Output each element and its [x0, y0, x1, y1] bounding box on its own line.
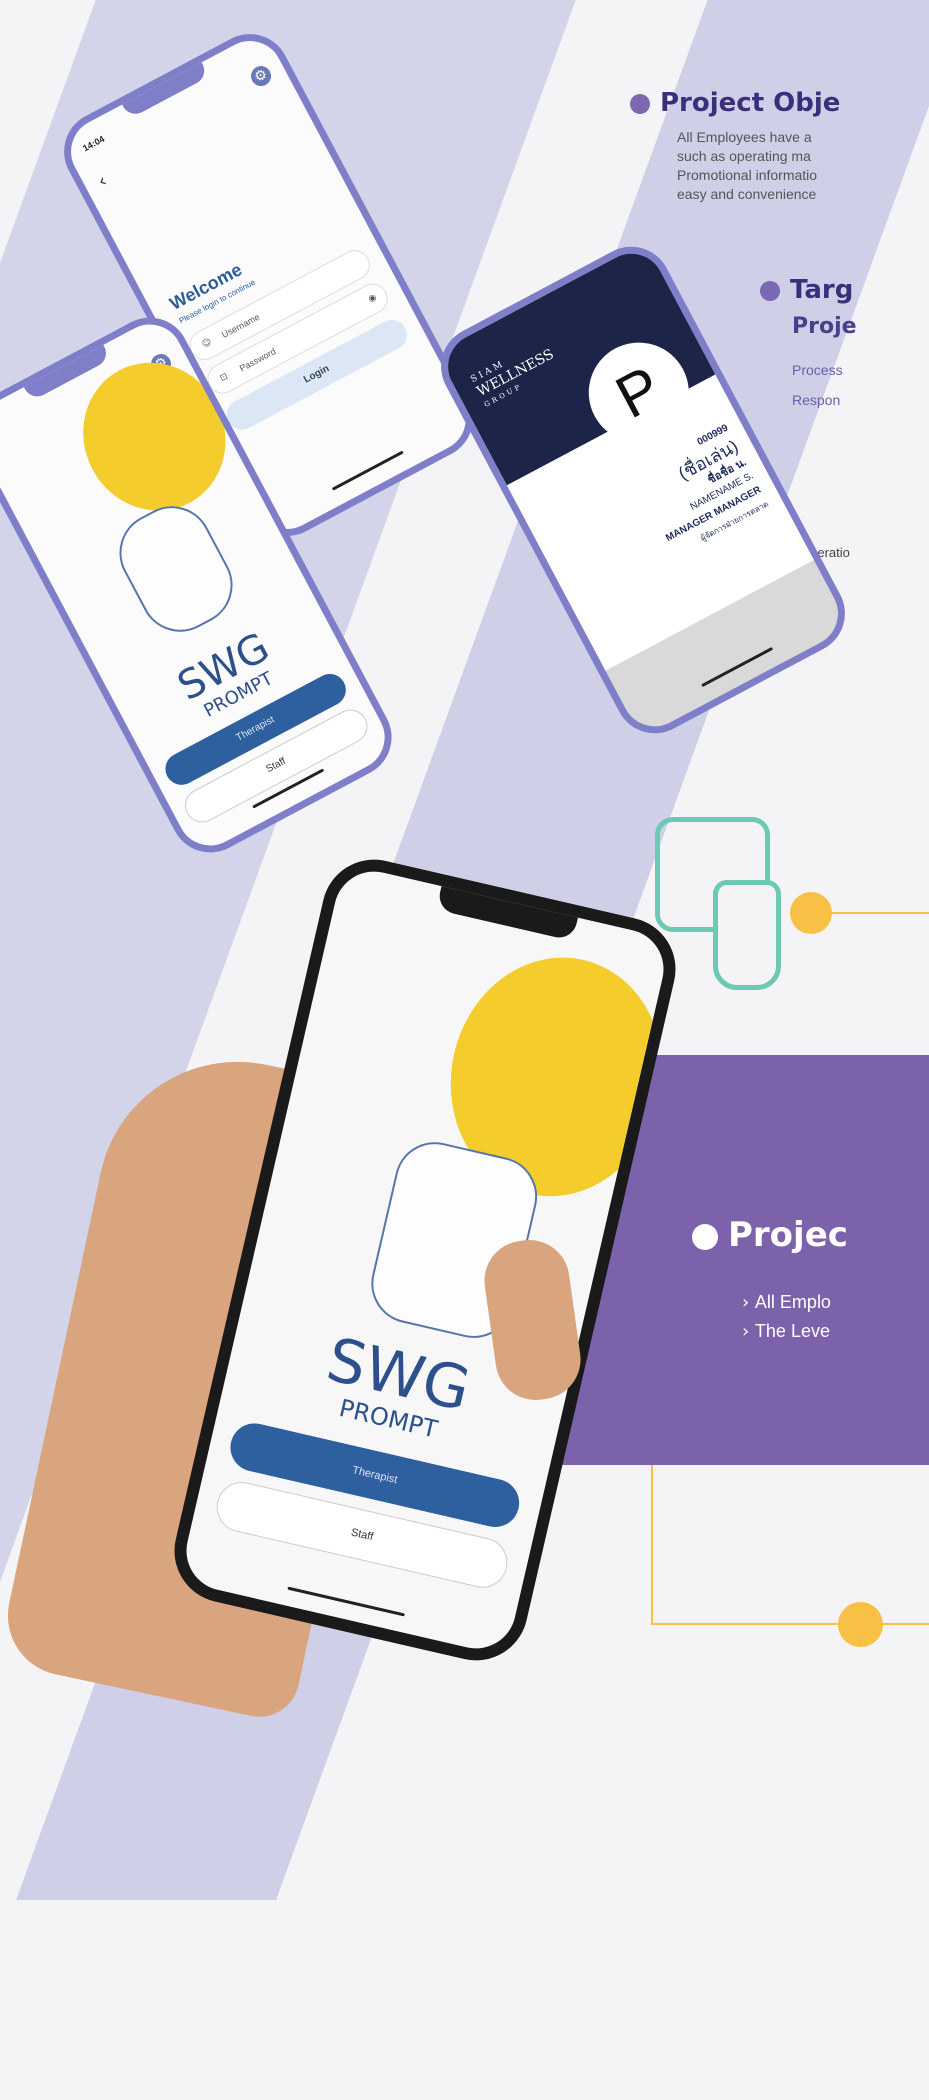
settings-gear-icon[interactable]: ⚙ — [247, 62, 275, 90]
objective-text: All Employees have a such as operating m… — [677, 129, 818, 202]
home-indicator — [331, 450, 404, 491]
target-heading: Targ — [760, 275, 853, 305]
home-indicator — [701, 646, 774, 688]
project-list-item: › The Leve — [742, 1321, 830, 1342]
bracket-dot — [838, 1602, 883, 1647]
lock-icon: ⊡ — [218, 371, 230, 384]
user-icon: ☺ — [200, 337, 214, 351]
phone-in-hand: ⚙ SWG PROMPT Therapist Staff — [164, 849, 686, 1671]
fist-illustration — [105, 492, 247, 646]
objective-heading: Project Obje — [630, 88, 840, 118]
home-indicator — [287, 1586, 405, 1617]
eye-icon[interactable]: ◉ — [363, 284, 383, 312]
bottom-bracket — [651, 1465, 929, 1625]
bullet-dot — [760, 280, 780, 301]
status-time: 14:04 — [81, 133, 107, 154]
connector-line — [830, 912, 929, 914]
bullet-dot — [692, 1223, 718, 1250]
back-arrow-icon[interactable]: ‹ — [94, 170, 110, 192]
tap-finger-icon — [713, 880, 781, 990]
target-text: Process Respon — [792, 362, 843, 408]
connector-dot — [790, 892, 832, 934]
project-list-item: › All Emplo — [742, 1292, 831, 1313]
bullet-dot — [630, 93, 650, 114]
project-heading: Projec — [692, 1215, 848, 1255]
project-list: › All Emplo › The Leve — [742, 1288, 831, 1346]
target-subheading: Proje — [792, 314, 857, 339]
